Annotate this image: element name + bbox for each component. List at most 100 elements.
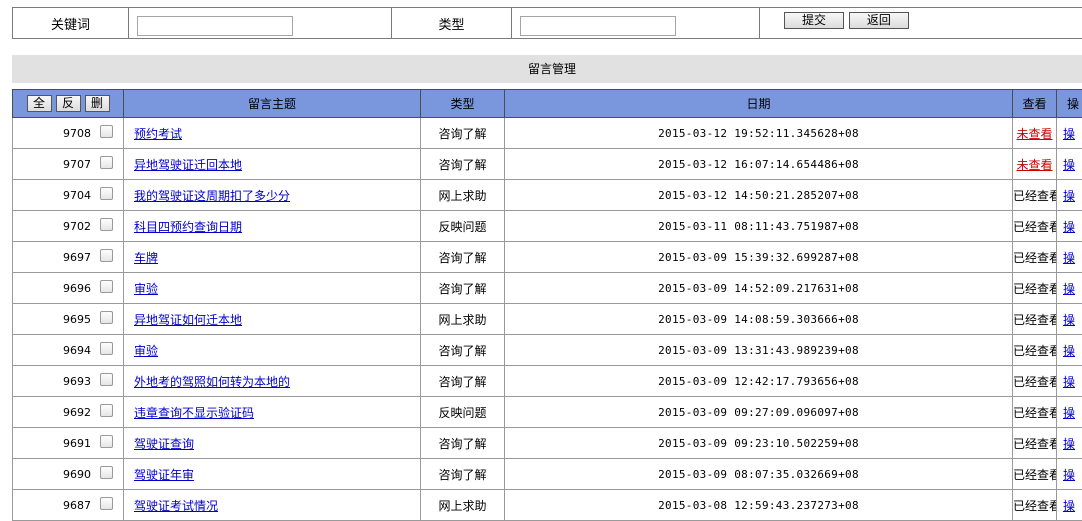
submit-button[interactable]: 提交 <box>784 12 844 29</box>
view-status: 已经查看 <box>1013 282 1057 296</box>
row-id-cell: 9691 <box>13 428 124 459</box>
subject-link[interactable]: 审验 <box>134 282 158 296</box>
view-status: 已经查看 <box>1013 189 1057 203</box>
subject-cell: 审验 <box>124 273 421 304</box>
view-status: 已经查看 <box>1013 251 1057 265</box>
row-id-cell: 9687 <box>13 490 124 521</box>
operation-link[interactable]: 操 <box>1063 156 1075 173</box>
keyword-cell <box>129 8 392 39</box>
subject-link[interactable]: 车牌 <box>134 251 158 265</box>
date-cell: 2015-03-12 16:07:14.654486+08 <box>505 149 1013 180</box>
column-header-operation: 操 <box>1057 90 1082 118</box>
back-button[interactable]: 返回 <box>849 12 909 29</box>
date-cell: 2015-03-09 08:07:35.032669+08 <box>505 459 1013 490</box>
operation-link[interactable]: 操 <box>1063 187 1075 204</box>
subject-link[interactable]: 违章查询不显示验证码 <box>134 406 254 420</box>
operation-link[interactable]: 操 <box>1063 342 1075 359</box>
subject-link[interactable]: 外地考的驾照如何转为本地的 <box>134 375 290 389</box>
keyword-input[interactable] <box>137 16 293 36</box>
row-id-cell: 9708 <box>13 118 124 149</box>
type-cell: 咨询了解 <box>421 428 505 459</box>
subject-link[interactable]: 审验 <box>134 344 158 358</box>
subject-link[interactable]: 预约考试 <box>134 127 182 141</box>
operation-cell: 操 <box>1057 397 1082 428</box>
type-cell: 网上求助 <box>421 304 505 335</box>
view-status[interactable]: 未查看 <box>1016 158 1052 172</box>
row-checkbox[interactable] <box>100 249 113 262</box>
type-cell: 咨询了解 <box>421 242 505 273</box>
operation-link[interactable]: 操 <box>1063 218 1075 235</box>
subject-link[interactable]: 驾驶证年审 <box>134 468 194 482</box>
select-all-button[interactable]: 全 <box>27 95 52 112</box>
date-cell: 2015-03-12 14:50:21.285207+08 <box>505 180 1013 211</box>
date-cell: 2015-03-09 13:31:43.989239+08 <box>505 335 1013 366</box>
date-cell: 2015-03-12 19:52:11.345628+08 <box>505 118 1013 149</box>
row-checkbox[interactable] <box>100 218 113 231</box>
row-checkbox[interactable] <box>100 342 113 355</box>
row-id: 9690 <box>63 468 91 481</box>
operation-link[interactable]: 操 <box>1063 280 1075 297</box>
row-checkbox[interactable] <box>100 435 113 448</box>
table-row: 9694审验咨询了解2015-03-09 13:31:43.989239+08已… <box>13 335 1082 366</box>
column-header-view: 查看 <box>1013 90 1057 118</box>
row-id: 9694 <box>63 344 91 357</box>
operation-cell: 操 <box>1057 149 1082 180</box>
table-row: 9697车牌咨询了解2015-03-09 15:39:32.699287+08已… <box>13 242 1082 273</box>
search-buttons: 提交 返回 <box>760 8 1082 39</box>
date-cell: 2015-03-09 14:52:09.217631+08 <box>505 273 1013 304</box>
operation-link[interactable]: 操 <box>1063 311 1075 328</box>
subject-link[interactable]: 科目四预约查询日期 <box>134 220 242 234</box>
operation-link[interactable]: 操 <box>1063 404 1075 421</box>
table-row: 9691 驾驶证查询 咨询了解2015-03-09 09:23:10.502259+… <box>13 428 1082 459</box>
row-checkbox[interactable] <box>100 187 113 200</box>
subject-link[interactable]: 驾驶证考试情况 <box>134 499 218 513</box>
type-cell: 反映问题 <box>421 211 505 242</box>
view-status-cell: 已经查看 <box>1013 335 1057 366</box>
view-status[interactable]: 未查看 <box>1016 127 1052 141</box>
operation-link[interactable]: 操 <box>1063 249 1075 266</box>
type-cell: 咨询了解 <box>421 459 505 490</box>
subject-cell: 驾驶证考试情况 <box>124 490 421 521</box>
subject-cell: 我的驾驶证这周期扣了多少分 <box>124 180 421 211</box>
row-checkbox[interactable] <box>100 280 113 293</box>
subject-cell: 驾驶证查询 <box>124 428 421 459</box>
subject-link[interactable]: 驾驶证查询 <box>134 437 194 451</box>
operation-cell: 操 <box>1057 366 1082 397</box>
operation-link[interactable]: 操 <box>1063 466 1075 483</box>
operation-link[interactable]: 操 <box>1063 435 1075 452</box>
type-input[interactable] <box>520 16 676 36</box>
table-row: 9696审验咨询了解2015-03-09 14:52:09.217631+08已… <box>13 273 1082 304</box>
date-cell: 2015-03-09 12:42:17.793656+08 <box>505 366 1013 397</box>
type-cell: 反映问题 <box>421 397 505 428</box>
date-cell: 2015-03-09 09:23:10.502259+08 <box>505 428 1013 459</box>
operation-cell: 操 <box>1057 242 1082 273</box>
row-checkbox[interactable] <box>100 156 113 169</box>
row-checkbox[interactable] <box>100 125 113 138</box>
operation-link[interactable]: 操 <box>1063 125 1075 142</box>
row-checkbox[interactable] <box>100 311 113 324</box>
row-id-cell: 9696 <box>13 273 124 304</box>
subject-cell: 驾驶证年审 <box>124 459 421 490</box>
row-checkbox[interactable] <box>100 497 113 510</box>
operation-link[interactable]: 操 <box>1063 373 1075 390</box>
row-id-cell: 9690 <box>13 459 124 490</box>
view-status-cell: 未查看 <box>1013 118 1057 149</box>
row-id-cell: 9707 <box>13 149 124 180</box>
delete-button[interactable]: 删 <box>85 95 110 112</box>
subject-link[interactable]: 异地驾驶证迁回本地 <box>134 158 242 172</box>
subject-link[interactable]: 异地驾证如何迁本地 <box>134 313 242 327</box>
row-id: 9708 <box>63 127 91 140</box>
row-checkbox[interactable] <box>100 373 113 386</box>
operation-link[interactable]: 操 <box>1063 497 1075 514</box>
subject-cell: 审验 <box>124 335 421 366</box>
view-status-cell: 已经查看 <box>1013 273 1057 304</box>
date-cell: 2015-03-09 09:27:09.096097+08 <box>505 397 1013 428</box>
invert-selection-button[interactable]: 反 <box>56 95 81 112</box>
row-checkbox[interactable] <box>100 466 113 479</box>
row-checkbox[interactable] <box>100 404 113 417</box>
row-id: 9695 <box>63 313 91 326</box>
column-header-date: 日期 <box>505 90 1013 118</box>
row-id: 9687 <box>63 499 91 512</box>
subject-link[interactable]: 我的驾驶证这周期扣了多少分 <box>134 189 290 203</box>
operation-cell: 操 <box>1057 428 1082 459</box>
